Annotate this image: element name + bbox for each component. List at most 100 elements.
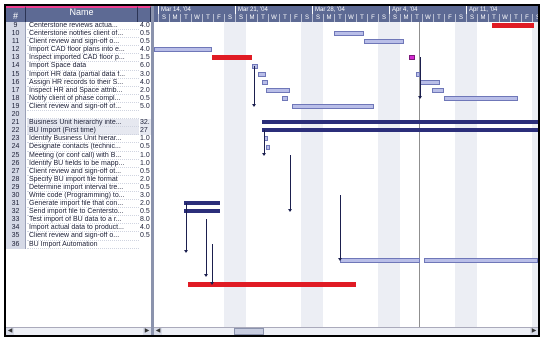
column-header-name[interactable]: Name — [26, 6, 138, 22]
task-bar[interactable] — [258, 71, 266, 77]
duration-cell[interactable]: 2.0 — [140, 176, 151, 184]
grid-horizontal-scrollbar[interactable]: ◀ ▶ — [6, 327, 151, 335]
task-row[interactable]: 15 Import HR data (partial data f... 3.0 — [6, 70, 151, 79]
task-bar[interactable] — [252, 63, 258, 69]
task-name-cell[interactable]: BU Import Automation — [27, 241, 139, 249]
task-row[interactable]: 20 — [6, 111, 151, 120]
row-number[interactable]: 34 — [6, 224, 26, 233]
task-row[interactable]: 29 Determine import interval tre... 0.5 — [6, 183, 151, 192]
task-row[interactable]: 11 Client review and sign-off o... 0.5 — [6, 38, 151, 47]
task-bar[interactable] — [266, 87, 290, 93]
milestone-marker[interactable] — [409, 55, 415, 61]
task-name-cell[interactable]: Client review and sign-off o... — [27, 232, 139, 241]
row-number[interactable]: 35 — [6, 232, 26, 241]
duration-cell[interactable]: 0.5 — [140, 143, 151, 151]
critical-task-bar[interactable] — [212, 55, 252, 61]
task-bar[interactable] — [420, 79, 440, 85]
task-bar[interactable] — [282, 95, 288, 101]
duration-cell[interactable]: 27 — [140, 127, 151, 136]
duration-cell[interactable]: 4.0 — [140, 46, 151, 54]
task-name-cell[interactable]: Send import file to Centersto... — [27, 208, 139, 217]
task-row[interactable]: 31 Generate import file that con... 2.0 — [6, 200, 151, 209]
task-name-cell[interactable]: Determine import interval tre... — [27, 184, 139, 192]
task-row[interactable]: 23 Identify Business Unit hierar... 1.0 — [6, 135, 151, 144]
task-name-cell[interactable]: Import HR data (partial data f... — [27, 71, 139, 79]
duration-cell[interactable] — [140, 111, 151, 119]
task-name-cell[interactable]: Client review and sign-off o... — [27, 38, 139, 47]
task-name-cell[interactable]: Inspect HR and Space attrib... — [27, 87, 139, 95]
task-bar[interactable] — [334, 31, 364, 37]
duration-cell[interactable]: 2.0 — [140, 87, 151, 95]
row-number[interactable]: 17 — [6, 86, 26, 95]
vertical-scrollbar[interactable] — [538, 6, 540, 327]
task-row[interactable]: 9 Centerstone reviews actua... 4.0 — [6, 22, 151, 31]
task-bar[interactable] — [262, 79, 268, 85]
task-name-cell[interactable]: Write code (Programming) to... — [27, 192, 139, 201]
task-row[interactable]: 18 Notify client of phase compl... 0.5 — [6, 94, 151, 103]
chart-scroll-left-button[interactable]: ◀ — [154, 328, 162, 335]
duration-cell[interactable]: 4.0 — [140, 79, 151, 87]
task-row[interactable]: 13 Inspect imported CAD floor p... 1.5 — [6, 54, 151, 63]
task-row[interactable]: 32 Send import file to Centersto... 0.5 — [6, 208, 151, 217]
task-name-cell[interactable]: Import actual data to product... — [27, 224, 139, 233]
duration-cell[interactable]: 2.0 — [140, 200, 151, 208]
task-name-cell[interactable]: Client review and sign-off of... — [27, 103, 139, 112]
task-row[interactable]: 24 Designate contacts (technic... 0.5 — [6, 143, 151, 152]
task-name-cell[interactable]: Notify client of phase compl... — [27, 95, 139, 103]
row-number[interactable]: 26 — [6, 159, 26, 168]
duration-cell[interactable]: 8.0 — [140, 216, 151, 224]
duration-cell[interactable]: 0.5 — [140, 184, 151, 192]
duration-cell[interactable]: 1.0 — [140, 160, 151, 168]
duration-cell[interactable]: 1.5 — [140, 54, 151, 62]
row-number[interactable]: 27 — [6, 167, 26, 176]
task-row[interactable]: 17 Inspect HR and Space attrib... 2.0 — [6, 86, 151, 95]
row-number[interactable]: 30 — [6, 191, 26, 201]
task-bar[interactable] — [340, 257, 420, 263]
task-row[interactable]: 10 Centerstone notifies client of... 0.5 — [6, 30, 151, 39]
task-row[interactable]: 22 BU Import (First time) 27 — [6, 127, 151, 136]
row-number[interactable]: 18 — [6, 94, 26, 103]
task-name-cell[interactable] — [27, 111, 139, 120]
task-name-cell[interactable]: Business Unit hierarchy inte... — [27, 119, 139, 128]
row-number[interactable]: 33 — [6, 216, 26, 225]
task-bar[interactable] — [424, 257, 538, 263]
task-name-cell[interactable]: Identify BU fields to be mapp... — [27, 160, 139, 168]
task-bar[interactable] — [364, 39, 404, 45]
task-name-cell[interactable]: Client review and sign-off ot... — [27, 168, 139, 176]
task-row[interactable]: 34 Import actual data to product... 4.0 — [6, 224, 151, 233]
duration-cell[interactable]: 0.5 — [140, 208, 151, 216]
duration-cell[interactable]: 3.0 — [140, 192, 151, 200]
duration-cell[interactable]: 6.0 — [140, 62, 151, 70]
duration-cell[interactable] — [140, 241, 151, 249]
duration-cell[interactable]: 0.5 — [140, 168, 151, 176]
duration-cell[interactable]: 1.0 — [140, 152, 151, 160]
task-name-cell[interactable]: Meeting (or conf call) with B... — [27, 152, 139, 160]
duration-cell[interactable]: 4.0 — [140, 22, 151, 30]
grid-scroll-left-button[interactable]: ◀ — [6, 328, 14, 335]
task-row[interactable]: 16 Assign HR records to their S... 4.0 — [6, 78, 151, 87]
task-name-cell[interactable]: Import Space data — [27, 62, 139, 71]
row-number[interactable]: 20 — [6, 111, 26, 120]
summary-task-bar[interactable] — [262, 120, 538, 125]
grid-scroll-right-button[interactable]: ▶ — [143, 328, 151, 335]
summary-task-bar[interactable] — [262, 128, 538, 133]
vertical-scroll-thumb[interactable] — [539, 16, 540, 54]
task-row[interactable]: 27 Client review and sign-off ot... 0.5 — [6, 167, 151, 176]
summary-task-bar[interactable] — [184, 201, 220, 206]
row-number[interactable]: 15 — [6, 70, 26, 79]
column-header-number[interactable]: # — [6, 6, 26, 22]
row-number[interactable]: 28 — [6, 175, 26, 184]
task-bar[interactable] — [432, 87, 444, 93]
task-row[interactable]: 14 Import Space data 6.0 — [6, 62, 151, 71]
task-row[interactable]: 30 Write code (Programming) to... 3.0 — [6, 191, 151, 201]
chart-scroll-thumb[interactable] — [234, 328, 264, 335]
duration-cell[interactable]: 0.5 — [140, 30, 151, 38]
duration-cell[interactable]: 32. — [140, 119, 151, 128]
row-number[interactable]: 14 — [6, 62, 26, 71]
task-row[interactable]: 19 Client review and sign-off of... 5.0 — [6, 102, 151, 112]
column-header-duration[interactable] — [138, 6, 151, 22]
duration-cell[interactable]: 4.0 — [140, 224, 151, 232]
task-name-cell[interactable]: Generate import file that con... — [27, 200, 139, 209]
task-bar[interactable] — [266, 144, 270, 150]
duration-cell[interactable]: 1.0 — [140, 135, 151, 143]
